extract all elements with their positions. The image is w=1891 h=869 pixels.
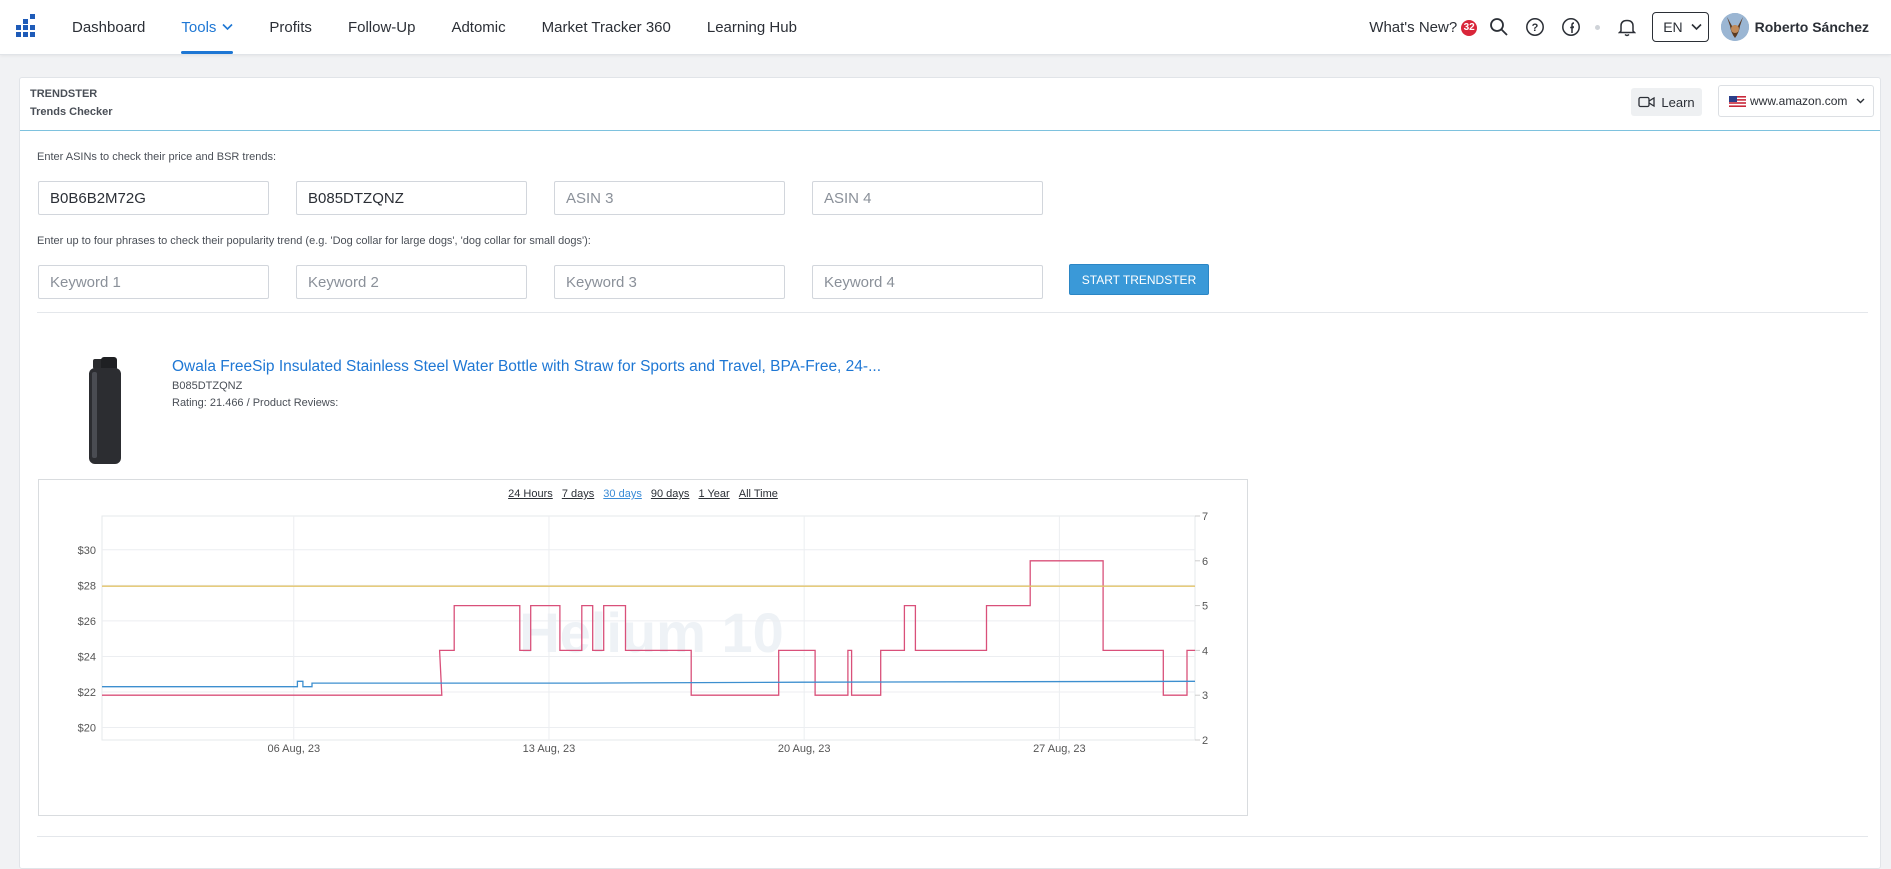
product-rating: Rating: 21.466 / Product Reviews:	[172, 397, 339, 409]
us-flag-icon	[1729, 95, 1746, 107]
product-title-link[interactable]: Owala FreeSip Insulated Stainless Steel …	[172, 358, 881, 376]
nav-learning-hub[interactable]: Learning Hub	[707, 0, 797, 54]
main-nav: Dashboard Tools Profits Follow-Up Adtomi…	[58, 0, 819, 54]
asin-input-2[interactable]	[296, 181, 527, 215]
keyword-input-1[interactable]	[38, 265, 269, 299]
nav-profits-label: Profits	[269, 18, 312, 36]
help-icon[interactable]: ?	[1525, 17, 1545, 37]
header-actions: What's New? 32 ? EN Roberto Sánchez	[1369, 0, 1869, 54]
user-name[interactable]: Roberto Sánchez	[1755, 19, 1869, 35]
range-30-days[interactable]: 30 days	[603, 488, 642, 500]
asin-input-4[interactable]	[812, 181, 1043, 215]
whats-new-badge: 32	[1461, 19, 1478, 36]
asin-instructions: Enter ASINs to check their price and BSR…	[37, 151, 277, 163]
keyword-instructions: Enter up to four phrases to check their …	[37, 235, 591, 247]
nav-tools[interactable]: Tools	[181, 0, 234, 54]
svg-text:?: ?	[1532, 22, 1539, 34]
helium10-logo-icon[interactable]	[14, 13, 40, 39]
range-all-time[interactable]: All Time	[739, 488, 778, 500]
learn-label: Learn	[1661, 94, 1695, 110]
learn-button[interactable]: Learn	[1631, 88, 1702, 116]
marketplace-select[interactable]: www.amazon.com	[1718, 85, 1874, 117]
chevron-down-icon	[222, 23, 233, 31]
separator-dot	[1595, 24, 1601, 30]
tool-section-title: TRENDSTER	[30, 88, 98, 100]
marketplace-value: www.amazon.com	[1750, 94, 1848, 108]
whats-new-label: What's New?	[1369, 18, 1458, 36]
divider	[37, 836, 1868, 837]
trend-chart-container	[38, 479, 1248, 816]
keyword-input-2[interactable]	[296, 265, 527, 299]
language-select[interactable]: EN	[1652, 12, 1709, 42]
nav-profits[interactable]: Profits	[269, 0, 312, 54]
search-icon[interactable]	[1489, 17, 1509, 37]
chevron-down-icon	[1691, 23, 1702, 31]
product-asin: B085DTZQNZ	[172, 380, 243, 392]
keyword-input-3[interactable]	[554, 265, 785, 299]
product-image[interactable]	[86, 356, 124, 466]
bell-icon[interactable]	[1618, 17, 1637, 37]
range-7-days[interactable]: 7 days	[562, 488, 594, 500]
start-trendster-button[interactable]: START TRENDSTER	[1069, 264, 1209, 295]
nav-dashboard-label: Dashboard	[72, 18, 146, 36]
nav-follow-up[interactable]: Follow-Up	[348, 0, 416, 54]
nav-follow-up-label: Follow-Up	[347, 18, 416, 36]
asin-input-1[interactable]	[38, 181, 269, 215]
range-90-days[interactable]: 90 days	[651, 488, 690, 500]
nav-adtomic-label: Adtomic	[451, 18, 506, 36]
tool-subtitle: Trends Checker	[30, 106, 113, 118]
whats-new-link[interactable]: What's New? 32	[1369, 18, 1478, 36]
nav-market-tracker[interactable]: Market Tracker 360	[542, 0, 671, 54]
range-1-year[interactable]: 1 Year	[698, 488, 729, 500]
video-camera-icon	[1638, 96, 1656, 108]
nav-adtomic[interactable]: Adtomic	[451, 0, 505, 54]
nav-market-tracker-label: Market Tracker 360	[541, 18, 671, 36]
avatar[interactable]	[1720, 13, 1749, 41]
nav-dashboard[interactable]: Dashboard	[72, 0, 145, 54]
nav-tools-label: Tools	[181, 18, 217, 36]
language-value: EN	[1663, 19, 1683, 35]
time-range-selector: 24 Hours 7 days 30 days 90 days 1 Year A…	[38, 488, 1248, 500]
keyword-input-4[interactable]	[812, 265, 1043, 299]
nav-learning-hub-label: Learning Hub	[706, 18, 797, 36]
card-header: TRENDSTER Trends Checker Learn www.amazo…	[20, 78, 1880, 131]
chevron-down-icon	[1856, 98, 1865, 104]
top-navigation-bar: Dashboard Tools Profits Follow-Up Adtomi…	[0, 0, 1891, 55]
divider	[37, 312, 1868, 313]
asin-input-3[interactable]	[554, 181, 785, 215]
range-24-hours[interactable]: 24 Hours	[508, 488, 553, 500]
facebook-icon[interactable]	[1561, 17, 1581, 37]
